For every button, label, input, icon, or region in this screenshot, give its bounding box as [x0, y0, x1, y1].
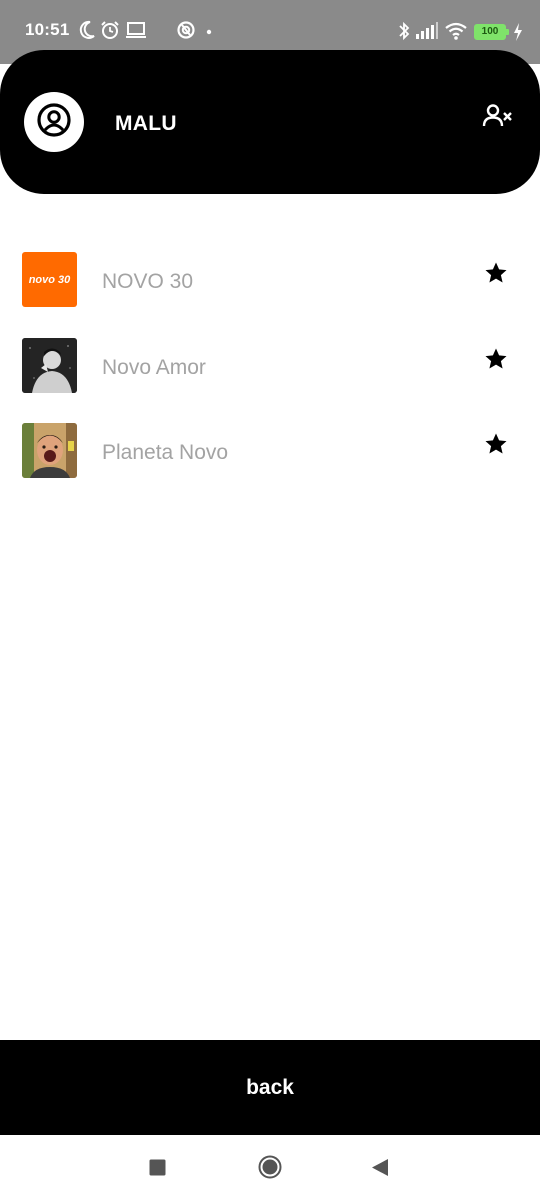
dot-icon — [206, 29, 212, 35]
star-icon — [484, 432, 508, 461]
system-nav-bar — [0, 1135, 540, 1200]
favorite-star-button[interactable] — [482, 432, 510, 460]
wifi-icon — [444, 21, 468, 41]
bluetooth-icon — [397, 20, 411, 42]
laptop-icon — [125, 20, 147, 40]
list-item-label: Novo Amor — [102, 356, 206, 379]
avatar[interactable] — [24, 92, 84, 152]
podcast-thumbnail: novo 30 — [22, 252, 77, 307]
favorite-star-button[interactable] — [482, 347, 510, 375]
star-icon — [484, 347, 508, 376]
list-item[interactable]: Novo Amor — [0, 324, 540, 394]
system-back-button[interactable] — [371, 1158, 389, 1177]
moon-icon — [78, 20, 96, 40]
podcast-thumbnail — [22, 338, 77, 393]
back-button-label: back — [246, 1075, 294, 1099]
podcast-thumbnail — [22, 423, 77, 478]
user-name: MALU — [115, 112, 177, 135]
back-triangle-icon — [371, 1158, 389, 1177]
star-icon — [484, 261, 508, 290]
battery-level: 100 — [481, 26, 499, 37]
list-item[interactable]: Planeta Novo — [0, 409, 540, 479]
home-circle-icon — [258, 1155, 282, 1179]
list-item-label: NOVO 30 — [102, 270, 194, 293]
data-saver-icon — [176, 20, 196, 40]
status-time: 10:51 — [25, 20, 70, 39]
list-item[interactable]: novo 30 NOVO 30 — [0, 238, 540, 308]
signal-icon — [415, 22, 439, 40]
remove-user-icon — [482, 103, 514, 134]
battery-icon: 100 — [474, 24, 506, 40]
home-button[interactable] — [258, 1155, 282, 1179]
alarm-icon — [100, 20, 120, 40]
favorite-star-button[interactable] — [482, 261, 510, 289]
list-item-label: Planeta Novo — [102, 441, 229, 464]
thumbnail-text: novo 30 — [29, 274, 71, 286]
remove-user-button[interactable] — [480, 102, 516, 134]
user-circle-icon — [36, 102, 72, 143]
profile-header: MALU — [0, 50, 540, 194]
back-button[interactable]: back — [0, 1040, 540, 1135]
recents-square-icon — [149, 1159, 166, 1176]
battery-cap — [506, 29, 509, 35]
charging-icon — [512, 22, 524, 42]
recents-button[interactable] — [149, 1159, 166, 1176]
